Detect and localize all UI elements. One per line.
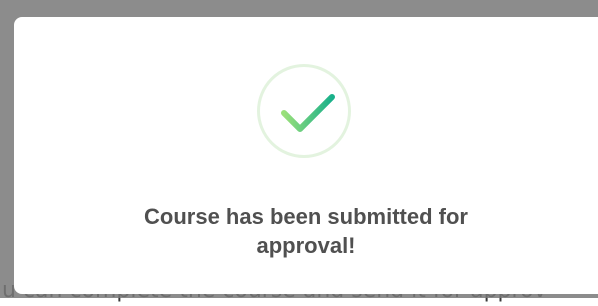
success-dialog: Course has been submitted for approval!	[14, 17, 598, 294]
success-message-line-1: Course has been submitted for	[144, 204, 468, 229]
success-message: Course has been submitted for approval!	[14, 202, 598, 260]
check-circle-icon	[257, 64, 351, 158]
checkmark-icon	[281, 94, 335, 132]
success-message-line-2: approval!	[256, 233, 356, 258]
